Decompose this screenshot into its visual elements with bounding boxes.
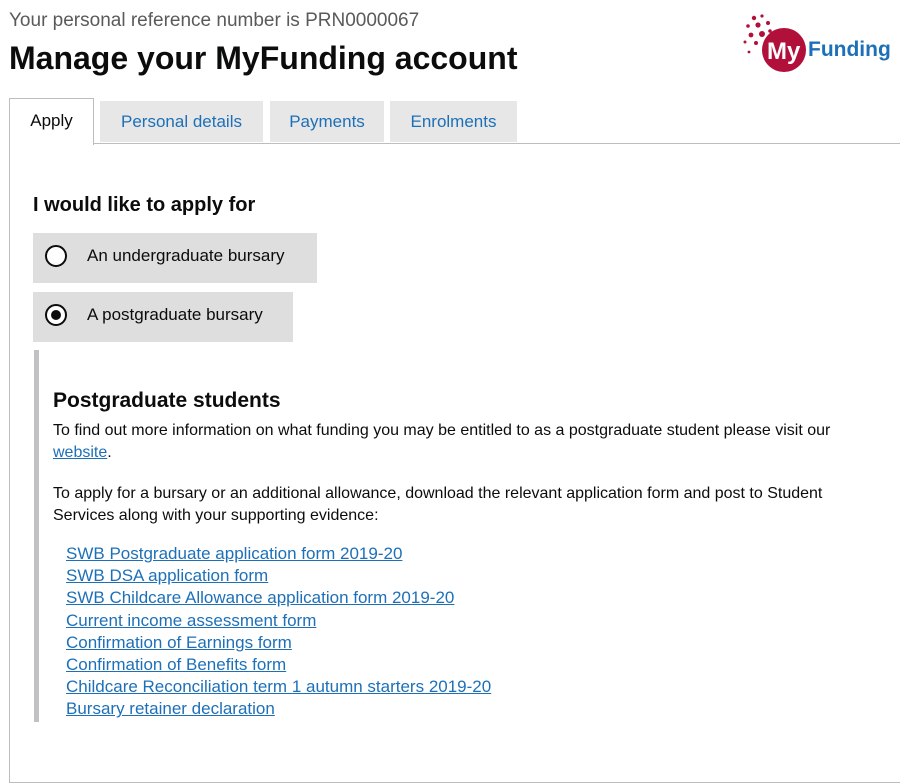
link-confirmation-benefits-form[interactable]: Confirmation of Benefits form — [66, 654, 491, 676]
tab-apply[interactable]: Apply — [9, 98, 94, 145]
reference-number: Your personal reference number is PRN000… — [9, 10, 420, 31]
intro-text: To find out more information on what fun… — [53, 422, 831, 439]
page-title: Manage your MyFunding account — [9, 40, 518, 76]
tab-payments[interactable]: Payments — [270, 101, 384, 142]
link-postgraduate-application-form[interactable]: SWB Postgraduate application form 2019-2… — [66, 543, 491, 565]
account-tabs: Apply Personal details Payments Enrolmen… — [9, 98, 901, 145]
link-childcare-allowance-form[interactable]: SWB Childcare Allowance application form… — [66, 587, 491, 609]
myfunding-logo: My Funding — [742, 12, 901, 76]
postgraduate-heading: Postgraduate students — [53, 389, 281, 412]
link-income-assessment-form[interactable]: Current income assessment form — [66, 610, 491, 632]
radio-dot-icon — [51, 310, 61, 320]
tab-enrolments[interactable]: Enrolments — [390, 101, 517, 142]
radio-postgraduate-bursary[interactable]: A postgraduate bursary — [33, 292, 293, 342]
radio-button-selected-icon[interactable] — [45, 304, 67, 326]
link-confirmation-earnings-form[interactable]: Confirmation of Earnings form — [66, 632, 491, 654]
radio-label-postgraduate: A postgraduate bursary — [87, 305, 263, 324]
link-bursary-retainer-declaration[interactable]: Bursary retainer declaration — [66, 698, 491, 720]
logo-prefix: My — [767, 38, 801, 65]
radio-button-icon[interactable] — [45, 245, 67, 267]
radio-undergraduate-bursary[interactable]: An undergraduate bursary — [33, 233, 317, 283]
tab-personal-details[interactable]: Personal details — [100, 101, 263, 142]
intro-end: . — [107, 444, 112, 461]
postgraduate-intro: To find out more information on what fun… — [53, 420, 873, 464]
website-link[interactable]: website — [53, 444, 107, 461]
logo-suffix: Funding — [808, 38, 891, 61]
inset-border — [34, 350, 39, 722]
link-childcare-reconciliation[interactable]: Childcare Reconciliation term 1 autumn s… — [66, 676, 491, 698]
postgraduate-instructions: To apply for a bursary or an additional … — [53, 485, 823, 524]
link-dsa-application-form[interactable]: SWB DSA application form — [66, 565, 491, 587]
form-links-list: SWB Postgraduate application form 2019-2… — [66, 543, 491, 721]
apply-legend: I would like to apply for — [33, 194, 256, 216]
radio-label-undergraduate: An undergraduate bursary — [87, 246, 285, 265]
